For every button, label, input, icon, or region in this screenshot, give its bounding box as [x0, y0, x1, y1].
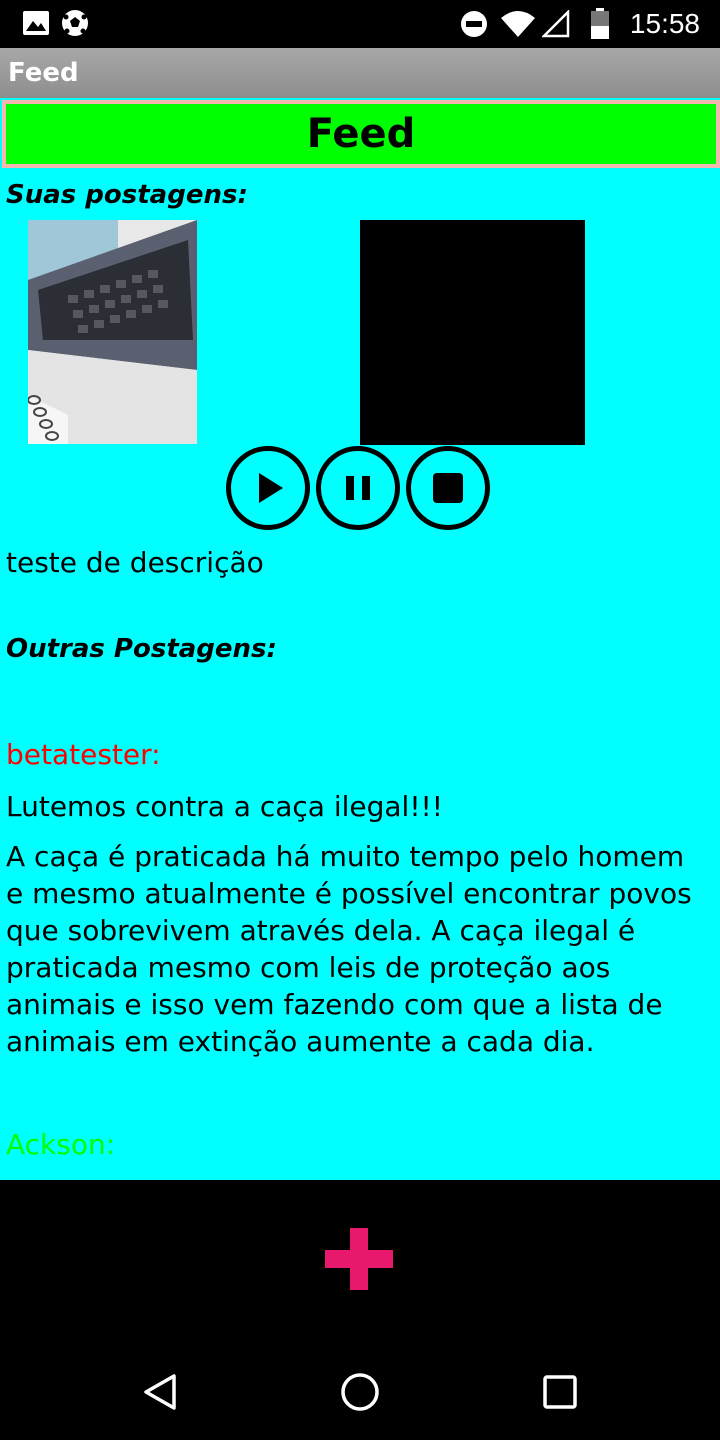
play-button[interactable]	[226, 446, 310, 530]
signal-icon	[542, 10, 570, 38]
action-bar: Feed	[0, 48, 720, 98]
video-player[interactable]	[360, 220, 585, 445]
wifi-icon	[501, 11, 535, 37]
do-not-disturb-icon	[461, 11, 487, 37]
home-icon[interactable]	[336, 1368, 384, 1416]
stop-button[interactable]	[406, 446, 490, 530]
recents-icon[interactable]	[536, 1368, 584, 1416]
app-title: Feed	[8, 58, 79, 88]
status-bar: 15:58	[0, 0, 720, 48]
soccer-ball-icon	[62, 10, 88, 36]
post-title: Lutemos contra a caça ilegal!!!	[6, 790, 444, 823]
post-author: betatester:	[6, 738, 161, 771]
bottom-bar	[0, 1180, 720, 1340]
plus-icon[interactable]	[325, 1228, 393, 1290]
other-posts-heading: Outras Postagens:	[6, 634, 277, 664]
back-icon[interactable]	[136, 1368, 184, 1416]
post-image[interactable]	[28, 220, 197, 444]
post-author: Ackson:	[6, 1128, 116, 1161]
post-description: teste de descrição	[6, 546, 264, 579]
pause-button[interactable]	[316, 446, 400, 530]
play-icon	[259, 473, 283, 503]
navigation-bar	[0, 1340, 720, 1440]
clock: 15:58	[629, 8, 700, 39]
feed-banner-label: Feed	[306, 111, 416, 157]
battery-icon	[591, 8, 609, 39]
feed-banner: Feed	[2, 100, 720, 168]
post-body: A caça é praticada há muito tempo pelo h…	[6, 840, 692, 1058]
feed-content[interactable]: Feed Suas postagens: teste de descrição …	[0, 98, 720, 1180]
my-posts-heading: Suas postagens:	[6, 180, 248, 210]
pause-icon	[346, 476, 370, 500]
stop-icon	[433, 473, 463, 503]
image-icon	[23, 11, 49, 35]
